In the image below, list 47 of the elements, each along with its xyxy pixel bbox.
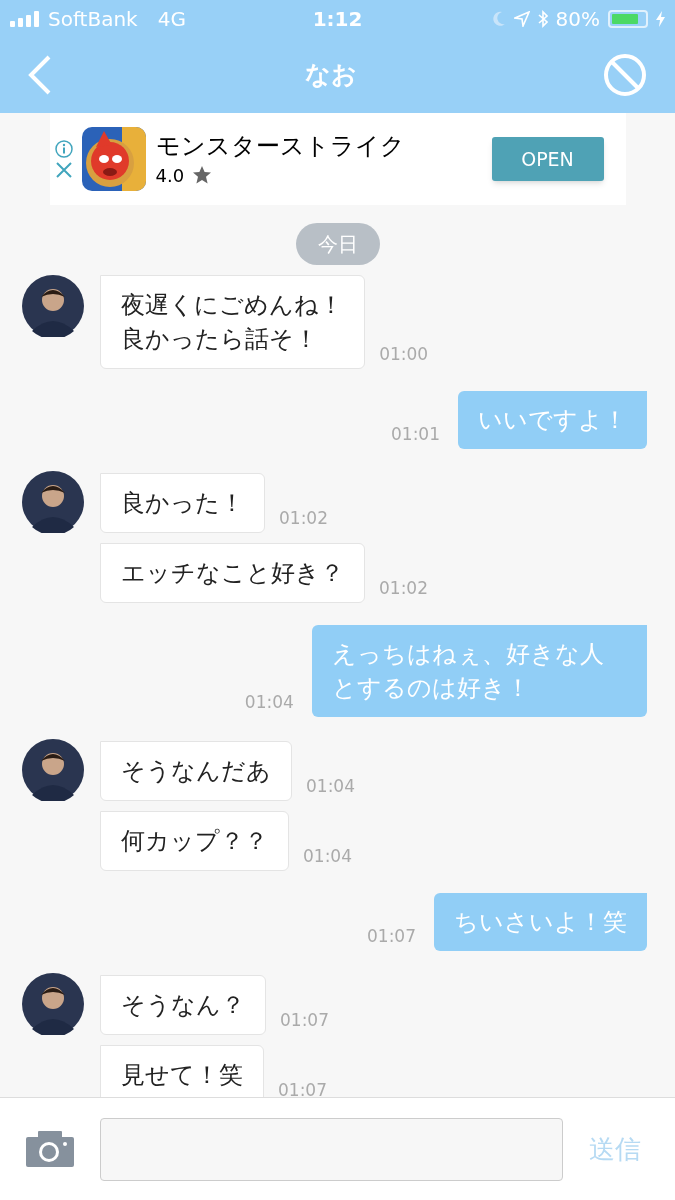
message-time: 01:07 (278, 1078, 327, 1097)
battery-icon (608, 9, 648, 28)
bluetooth-icon (537, 9, 548, 28)
avatar[interactable] (22, 739, 84, 801)
message-bubble: いいですよ！ (458, 391, 647, 449)
close-icon[interactable] (55, 162, 72, 178)
message-time: 01:00 (379, 342, 429, 366)
block-button[interactable] (603, 53, 647, 97)
info-icon[interactable] (54, 140, 73, 158)
avatar[interactable] (22, 471, 84, 533)
moon-icon (491, 10, 506, 27)
message-bubble: 良かった！ (100, 473, 265, 533)
message-time: 01:02 (379, 576, 428, 600)
message-time: 01:01 (391, 422, 440, 446)
message-bubble: 何カップ？？ (100, 811, 289, 871)
message-bubble: そうなん？ (100, 975, 266, 1035)
date-label: 今日 (295, 223, 380, 265)
carrier-name: SoftBank (48, 5, 138, 33)
message-input[interactable] (100, 1117, 563, 1181)
message-bubble: エッチなこと好き？ (100, 543, 365, 603)
ad-banner[interactable]: モンスターストライク 4.0 OPEN (49, 113, 626, 205)
message-bubble: えっちはねぇ、好きな人とするのは好き！ (311, 625, 647, 717)
clock: 1:12 (312, 6, 363, 31)
location-icon (513, 10, 530, 27)
message-bubble: ちいさいよ！笑 (434, 893, 647, 951)
avatar[interactable] (22, 973, 84, 1035)
message-time: 01:04 (306, 774, 355, 798)
signal-icon (10, 10, 42, 27)
network-type: 4G (157, 5, 186, 33)
chat-title: なお (304, 59, 357, 92)
send-button[interactable]: 送信 (589, 1129, 641, 1169)
message-time: 01:07 (280, 1008, 329, 1032)
message-time: 01:07 (367, 924, 416, 948)
battery-percent: 80% (555, 5, 600, 33)
charging-icon (656, 10, 665, 27)
message-time: 01:04 (244, 690, 294, 714)
star-icon (192, 165, 213, 185)
message-time: 01:04 (303, 844, 352, 868)
avatar[interactable] (22, 275, 84, 337)
message-bubble: そうなんだあ (100, 741, 292, 801)
message-bubble: 見せて！笑 (100, 1045, 264, 1097)
message-bubble: 夜遅くにごめんね！良かったら話そ！ (100, 275, 366, 369)
app-name: モンスターストライク (155, 130, 406, 162)
open-button[interactable]: OPEN (491, 137, 604, 181)
message-time: 01:02 (279, 506, 328, 530)
app-rating: 4.0 (155, 163, 185, 188)
camera-button[interactable] (26, 1131, 74, 1167)
